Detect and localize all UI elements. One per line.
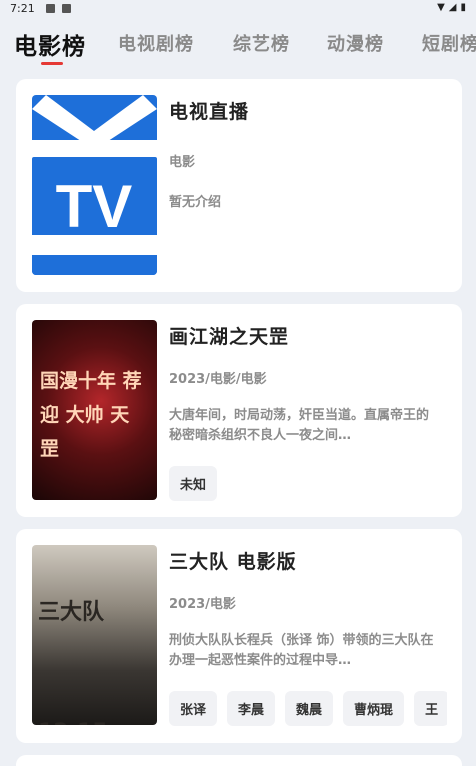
movie-description: 大唐年间，时局动荡，奸臣当道。直属帝王的秘密暗杀组织不良人一夜之间…	[169, 408, 430, 443]
image-notification-icon	[46, 4, 55, 13]
poster-image: 国漫十年 荐迎 大帅 天罡	[32, 320, 157, 500]
tab-anime[interactable]: 动漫榜	[327, 30, 384, 56]
active-tab-indicator	[41, 62, 63, 65]
tag[interactable]: 魏晨	[285, 691, 334, 726]
movie-card[interactable]: TV 电视直播 电影 暂无介绍	[16, 79, 462, 292]
movie-title: 画江湖之天罡	[169, 326, 290, 348]
tag-row: 张译 李晨 魏晨 曹炳琨 王	[169, 691, 447, 726]
tv-logo-icon: TV	[32, 95, 157, 275]
movie-title: 三大队 电影版	[169, 551, 297, 573]
tag[interactable]: 未知	[169, 466, 218, 501]
tab-variety[interactable]: 综艺榜	[233, 30, 290, 56]
movie-description: 暂无介绍	[169, 195, 222, 210]
status-bar: 7:21 ▼ ◢ ▮	[0, 0, 476, 18]
poster-image: 三大队 12.15	[32, 545, 157, 725]
tag[interactable]: 李晨	[227, 691, 276, 726]
tag[interactable]: 王	[414, 691, 447, 726]
tab-movie[interactable]: 电影榜	[14, 27, 86, 61]
wifi-icon: ▼	[437, 2, 445, 13]
poster-caption: 三大队 12.15	[38, 600, 108, 725]
movie-card[interactable]: 国漫十年 荐迎 大帅 天罡 画江湖之天罡 2023/电影/电影 大唐年间，时局动…	[16, 304, 462, 517]
tab-tv-series[interactable]: 电视剧榜	[118, 30, 194, 56]
tag-row: 未知	[169, 466, 447, 501]
svg-text:TV: TV	[56, 173, 133, 240]
movie-description: 刑侦大队队长程兵（张译 饰）带领的三大队在办理一起恶性案件的过程中导…	[169, 633, 434, 668]
poster-tv-logo: TV	[32, 95, 157, 275]
poster-caption: 国漫十年 荐迎 大帅 天罡	[40, 370, 142, 460]
app-notification-icon	[62, 4, 71, 13]
status-time: 7:21	[10, 2, 35, 15]
movie-card[interactable]: 三大队 12.15 三大队 电影版 2023/电影 刑侦大队队长程兵（张译 饰）…	[16, 529, 462, 743]
tag[interactable]: 曹炳琨	[343, 691, 405, 726]
battery-icon: ▮	[460, 2, 466, 13]
tag[interactable]: 张译	[169, 691, 218, 726]
tab-short-drama[interactable]: 短剧榜	[422, 30, 476, 56]
movie-meta: 2023/电影	[169, 597, 236, 612]
movie-meta: 2023/电影/电影	[169, 372, 267, 387]
category-tabs: 电影榜 电视剧榜 综艺榜 动漫榜 短剧榜	[0, 18, 476, 68]
signal-icon: ◢	[448, 2, 457, 13]
movie-title: 电视直播	[169, 101, 250, 123]
movie-card[interactable]	[16, 755, 462, 766]
movie-meta: 电影	[169, 155, 196, 170]
